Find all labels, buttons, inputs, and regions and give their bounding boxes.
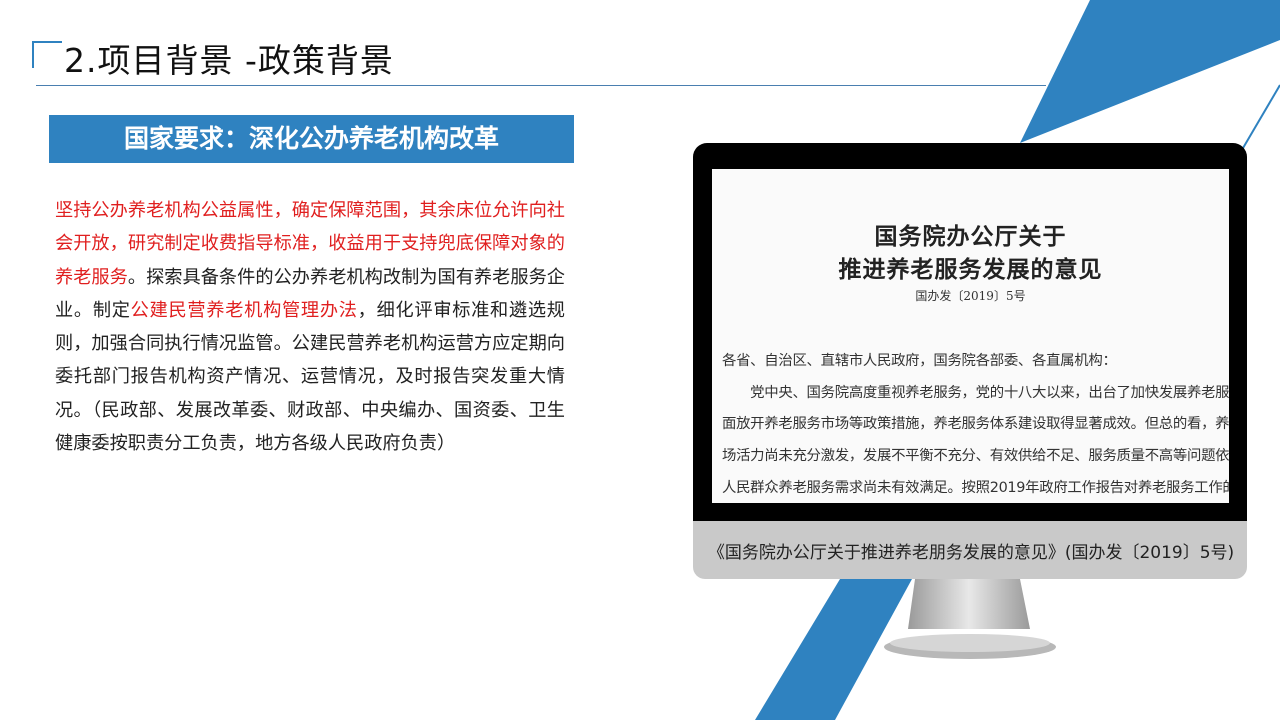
top-right-stripe <box>1020 0 1280 143</box>
document-image: 国务院办公厅关于 推进养老服务发展的意见 国办发〔2019〕5号 各省、自治区、… <box>712 169 1229 503</box>
document-title-line: 推进养老服务发展的意见 <box>838 256 1103 283</box>
document-title-line: 国务院办公厅关于 <box>874 223 1067 250</box>
monitor-stand <box>884 579 1056 659</box>
section-banner: 国家要求：深化公办养老机构改革 <box>49 115 574 163</box>
document-caption: 《国务院办公厅关于推进养老朋务发展的意见》(国办发〔2019〕5号) <box>707 543 1235 563</box>
document-line: 面放开养老服务市场等政策措施，养老服务体系建设取得显著成效。但总的看，养老服务市 <box>722 416 1229 432</box>
body-text-segment: ，细化评审标准和遴选规则，加强合同执行情况监管。公建民营养老机构运营方应定期向委… <box>55 299 565 455</box>
monitor-bezel: 国务院办公厅关于 推进养老服务发展的意见 国办发〔2019〕5号 各省、自治区、… <box>693 143 1247 523</box>
page-title: 2.项目背景 -政策背景 <box>64 41 394 80</box>
stand-base-top <box>890 634 1050 652</box>
document-number: 国办发〔2019〕5号 <box>915 289 1026 303</box>
highlight-text: 公建民营养老机构管理办法 <box>130 299 358 321</box>
monitor-frame: 国务院办公厅关于 推进养老服务发展的意见 国办发〔2019〕5号 各省、自治区、… <box>693 143 1247 579</box>
title-bracket-icon <box>32 41 62 68</box>
document-line: 各省、自治区、直辖市人民政府，国务院各部委、各直属机构： <box>722 353 1117 369</box>
document-line: 人民群众养老服务需求尚未有效满足。按照2019年政府工作报告对养老服务工作的部署… <box>722 480 1229 496</box>
document-line: 党中央、国务院高度重视养老服务，党的十八大以来，出台了加快发展养老服务业、全 <box>750 385 1229 401</box>
policy-paragraph: 坚持公办养老机构公益属性，确定保障范围，其余床位允许向社会开放，研究制定收费指导… <box>55 194 565 460</box>
stand-neck <box>908 579 1030 629</box>
document-line: 场活力尚未充分激发，发展不平衡不充分、有效供给不足、服务质量不高等问题依然存在， <box>722 448 1229 464</box>
title-divider <box>36 85 1046 86</box>
